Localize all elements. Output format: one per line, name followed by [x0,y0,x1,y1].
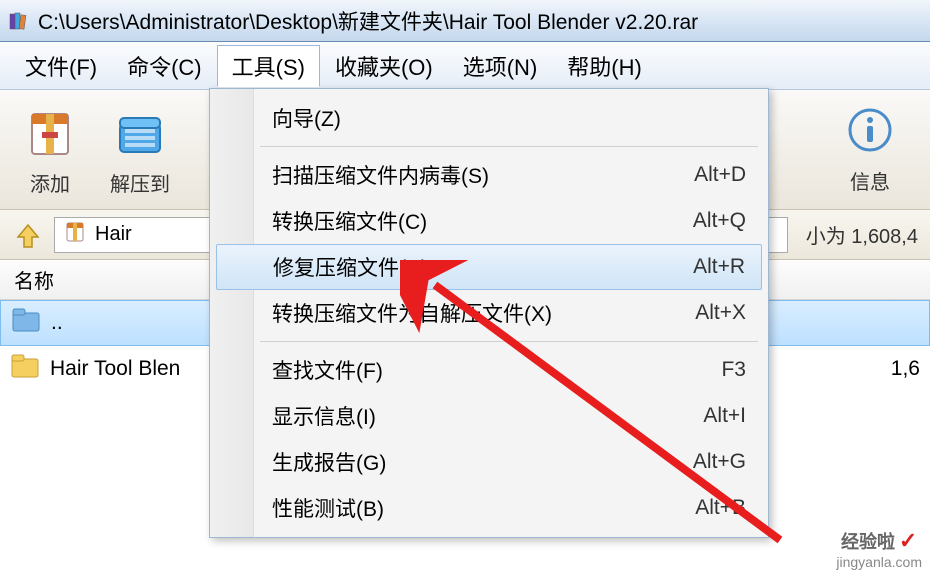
menu-convert[interactable]: 转换压缩文件(C) Alt+Q [212,198,766,244]
separator [260,146,758,147]
menu-help[interactable]: 帮助(H) [552,45,657,87]
check-icon: ✓ [899,528,917,553]
separator [260,341,758,342]
add-button[interactable]: 添加 [20,102,80,197]
add-icon [20,102,80,162]
menu-report[interactable]: 生成报告(G) Alt+G [212,439,766,485]
info-icon [840,100,900,160]
extract-button[interactable]: 解压到 [110,102,170,197]
menu-command[interactable]: 命令(C) [112,45,217,87]
menu-find[interactable]: 查找文件(F) F3 [212,347,766,393]
menu-wizard[interactable]: 向导(Z) [212,95,766,141]
app-icon [8,10,30,32]
watermark: 经验啦 ✓ jingyanla.com [836,528,922,570]
updir-icon [11,307,41,339]
menu-repair[interactable]: 修复压缩文件(R) Alt+R [216,244,762,290]
info-label: 信息 [850,166,890,195]
menu-options[interactable]: 选项(N) [448,45,553,87]
tools-dropdown: 向导(Z) 扫描压缩文件内病毒(S) Alt+D 转换压缩文件(C) Alt+Q… [209,88,769,538]
folder-size: 1,6 [891,357,930,381]
menu-show-info[interactable]: 显示信息(I) Alt+I [212,393,766,439]
size-info: 小为 1,608,4 [798,220,918,249]
extract-label: 解压到 [110,168,170,197]
info-button[interactable]: 信息 [840,100,900,195]
menu-favorites[interactable]: 收藏夹(O) [320,45,448,87]
updir-label: .. [51,311,63,335]
archive-icon [63,220,87,250]
add-label: 添加 [30,168,70,197]
menu-to-sfx[interactable]: 转换压缩文件为自解压文件(X) Alt+X [212,290,766,336]
up-button[interactable] [12,219,44,251]
title-bar: C:\Users\Administrator\Desktop\新建文件夹\Hai… [0,0,930,42]
menu-bar: 文件(F) 命令(C) 工具(S) 收藏夹(O) 选项(N) 帮助(H) [0,42,930,90]
window-title: C:\Users\Administrator\Desktop\新建文件夹\Hai… [38,6,698,36]
folder-icon [10,353,40,385]
menu-benchmark[interactable]: 性能测试(B) Alt+B [212,485,766,531]
path-text: Hair [95,223,132,246]
menu-scan-virus[interactable]: 扫描压缩文件内病毒(S) Alt+D [212,152,766,198]
extract-icon [110,102,170,162]
menu-file[interactable]: 文件(F) [10,45,112,87]
menu-tools[interactable]: 工具(S) [217,45,320,87]
folder-name: Hair Tool Blen [50,357,180,381]
